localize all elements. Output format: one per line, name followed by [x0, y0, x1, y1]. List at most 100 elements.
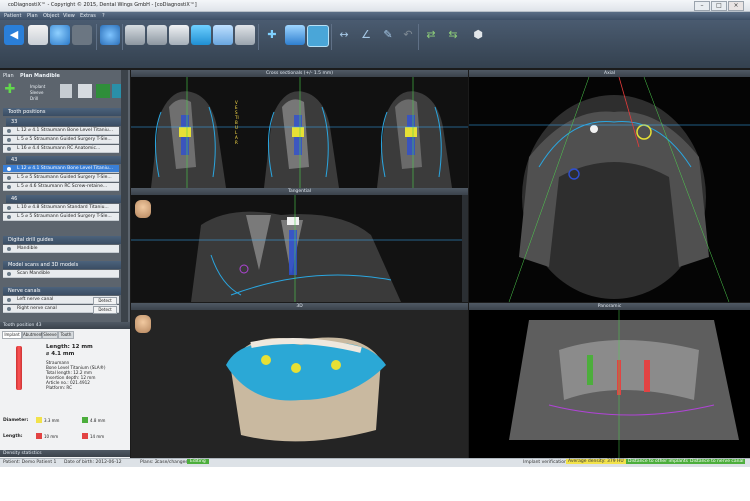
print-icon[interactable]: [72, 25, 92, 45]
maximize-button[interactable]: □: [711, 1, 727, 11]
drill-tool-icon[interactable]: [169, 25, 189, 45]
stamp-icon[interactable]: ⬢: [468, 25, 488, 45]
length-short: 10 mm: [44, 434, 59, 439]
diameter-large: 4.8 mm: [90, 418, 106, 423]
status-dot-icon: [7, 138, 11, 142]
implant-tool-icon[interactable]: [125, 25, 145, 45]
group-46[interactable]: 46: [6, 195, 123, 203]
radio-implant[interactable]: Implant: [30, 84, 45, 89]
list-item[interactable]: Scan Mandible: [3, 270, 119, 278]
trash-icon[interactable]: [78, 84, 92, 98]
back-icon[interactable]: ◀: [4, 25, 24, 45]
tangential-scrollbar[interactable]: [462, 195, 468, 302]
3d-viewport[interactable]: 3D: [131, 303, 468, 458]
status-dot-icon: [7, 176, 11, 180]
list-item[interactable]: L 5 ⌀ 5 Straumann Guided Surgery T-Sle..…: [3, 174, 119, 182]
models-header[interactable]: Model scans and 3D models: [3, 261, 123, 269]
list-item[interactable]: L 10 ⌀ 4.8 Straumann Standard Titaniu...: [3, 204, 119, 212]
abutment-tool-icon[interactable]: [191, 25, 211, 45]
toolbar: ◀ ✚ ↔ ∠ ✎ ↶ ⇄ ⇆ ⬢: [0, 20, 750, 68]
move-right-icon[interactable]: ⇆: [443, 25, 463, 45]
detect-right-button[interactable]: Detect: [93, 306, 117, 314]
tab-sleeve[interactable]: Sleeve: [42, 331, 58, 339]
add-icon[interactable]: ✚: [4, 83, 16, 97]
status-dot-icon: [7, 215, 11, 219]
menu-patient[interactable]: Patient: [4, 13, 21, 19]
tab-abutment[interactable]: Abutment: [22, 331, 43, 339]
axial-viewport[interactable]: Axial: [469, 70, 750, 302]
status-density-badge: Average density: 379 HU: [566, 459, 626, 464]
minimize-button[interactable]: –: [694, 1, 710, 11]
menu-help[interactable]: ?: [102, 13, 105, 19]
digital-drill-header[interactable]: Digital drill guides: [3, 236, 123, 244]
annotation-icon[interactable]: ✎: [378, 25, 398, 45]
detect-left-button[interactable]: Detect: [93, 297, 117, 305]
group-33[interactable]: 33: [6, 118, 123, 126]
measure-angle-icon[interactable]: ∠: [356, 25, 376, 45]
list-item[interactable]: L 5 ⌀ 5 Straumann Guided Surgery T-Sle..…: [3, 136, 119, 144]
tangential-viewport[interactable]: Tangential: [131, 188, 468, 302]
measure-distance-icon[interactable]: ↔: [334, 25, 354, 45]
close-button[interactable]: ×: [728, 1, 744, 11]
group-43[interactable]: 43: [6, 156, 123, 164]
nerve-canals-header[interactable]: Nerve canals: [3, 287, 123, 295]
menu-object[interactable]: Object: [43, 13, 59, 19]
list-item[interactable]: L 5 ⌀ 4.6 Straumann RC Screw-retaine...: [3, 183, 119, 191]
undo-icon[interactable]: ↶: [398, 25, 418, 45]
info-panel: Tooth position 43 Implant Abutment Sleev…: [0, 322, 130, 459]
plan-name[interactable]: Plan Mandible: [20, 73, 60, 79]
left-panel-scrollbar[interactable]: [121, 70, 128, 322]
info-line: Platform: RC: [46, 385, 73, 390]
save-icon[interactable]: [50, 25, 70, 45]
axial-title: Axial: [469, 70, 750, 77]
list-item[interactable]: L 12 ⌀ 4.1 Straumann Bone Level Titaniu.…: [3, 127, 119, 135]
model-icon: [7, 272, 11, 276]
world-icon[interactable]: [100, 25, 120, 45]
info-title: Tooth position 43: [0, 322, 130, 329]
tooth-positions-header[interactable]: Tooth positions: [3, 108, 123, 116]
toolbar-separator: [258, 24, 259, 50]
tab-tooth[interactable]: Tooth: [58, 331, 74, 339]
guide-tool-icon[interactable]: [235, 25, 255, 45]
move-left-icon[interactable]: ⇄: [421, 25, 441, 45]
length-short-icon[interactable]: [36, 433, 42, 439]
add-object-icon[interactable]: ✚: [262, 25, 282, 45]
tab-implant[interactable]: Implant: [2, 331, 22, 339]
page-margin: [0, 467, 750, 501]
view-icon[interactable]: [307, 25, 329, 47]
sleeve-tool-icon[interactable]: [147, 25, 167, 45]
check-icon[interactable]: [96, 84, 110, 98]
cross-sectional-viewport[interactable]: Cross sectionals (+/- 1.5 mm) VESTIBULAR: [131, 70, 468, 188]
status-plans: Plans: 2: [140, 460, 158, 465]
status-distance-nerve-badge: Distance to nerve canal: [688, 459, 746, 464]
app-window: coDiagnostiX™ - Copyright © 2015, Dental…: [0, 0, 750, 501]
list-item[interactable]: L 16 ⌀ 4.4 Straumann RC Anatomic...: [3, 145, 119, 153]
status-editing[interactable]: Editing: [187, 459, 209, 464]
status-distance-implants-badge: Distance to other implants: [626, 459, 690, 464]
density-statistics-header[interactable]: Density statistics: [0, 450, 130, 457]
status-dob: Date of birth: 2012-06-12: [64, 460, 122, 465]
implant-icon[interactable]: [60, 84, 72, 98]
length-long-icon[interactable]: [82, 433, 88, 439]
diameter-large-icon[interactable]: [82, 417, 88, 423]
menu-plan[interactable]: Plan: [27, 13, 38, 19]
radio-drill[interactable]: Drill: [30, 96, 38, 101]
panoramic-viewport[interactable]: Panoramic: [469, 303, 750, 458]
list-item[interactable]: L 5 ⌀ 5 Straumann Guided Surgery T-Sle..…: [3, 213, 119, 221]
diameter-small-icon[interactable]: [36, 417, 42, 423]
cube-icon[interactable]: [285, 25, 305, 45]
vestibular-label: VESTIBULAR: [235, 100, 239, 145]
menu-extras[interactable]: Extras: [80, 13, 96, 19]
document-icon[interactable]: [28, 25, 48, 45]
status-dot-icon: [7, 129, 11, 133]
implant-preview-icon: [16, 346, 22, 390]
cross-sectional-title: Cross sectionals (+/- 1.5 mm): [131, 70, 468, 77]
head-orientation-icon[interactable]: [135, 315, 151, 333]
radio-sleeve[interactable]: Sleeve: [30, 90, 43, 95]
status-case: case/changes: [157, 460, 188, 465]
crown-tool-icon[interactable]: [213, 25, 233, 45]
head-orientation-icon[interactable]: [135, 200, 151, 218]
menu-view[interactable]: View: [63, 13, 75, 19]
list-item-selected[interactable]: L 12 ⌀ 4.1 Straumann Bone Level Titaniu.…: [3, 165, 119, 173]
list-item[interactable]: Mandible: [3, 245, 119, 253]
